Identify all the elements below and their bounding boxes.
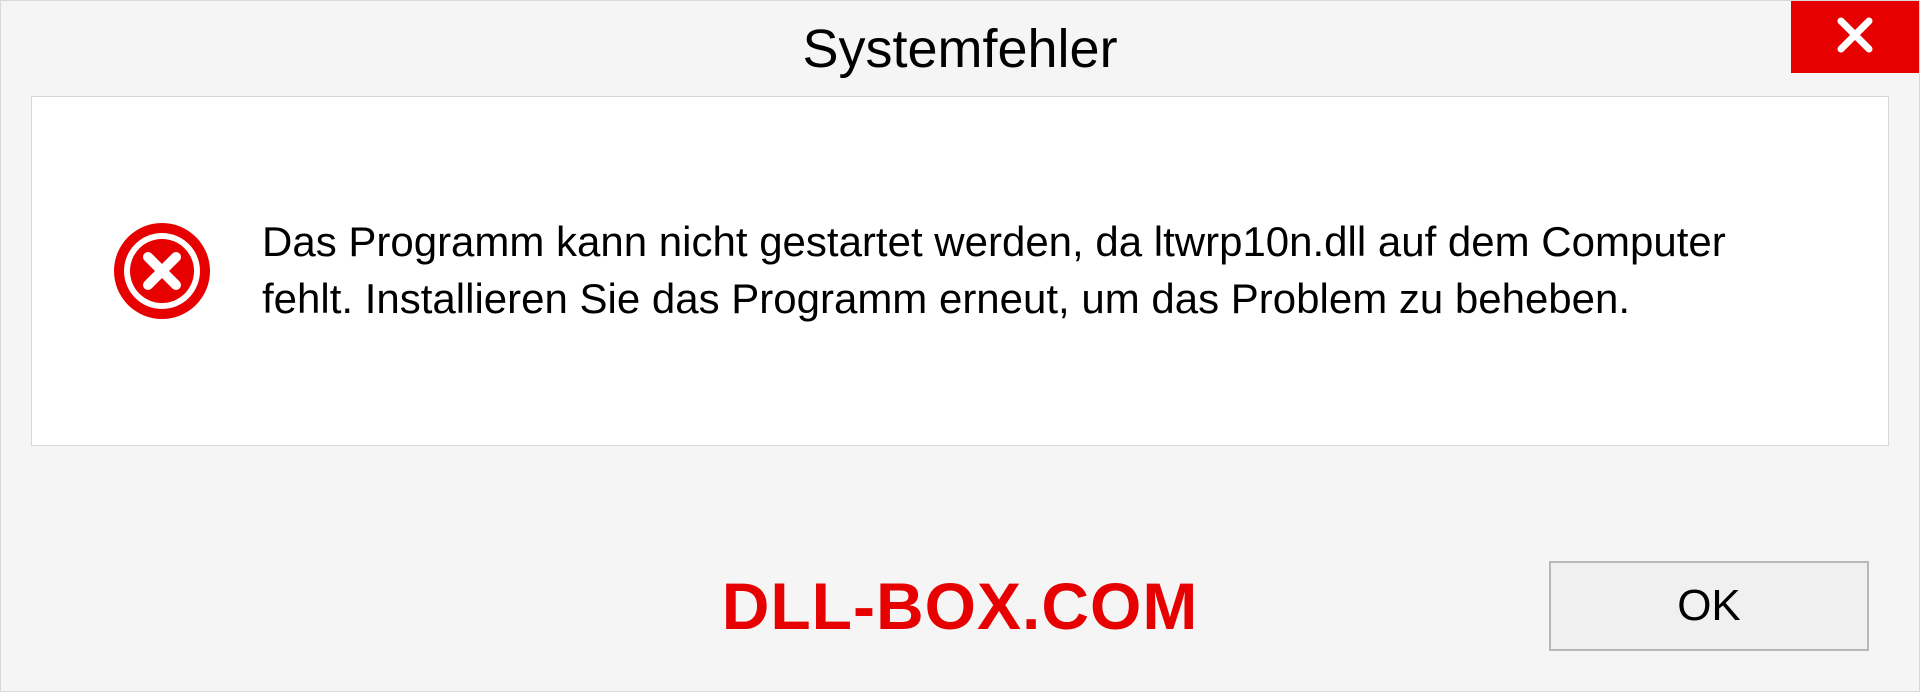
error-dialog: Systemfehler Das Programm kann nicht ges… [0,0,1920,692]
dialog-footer: DLL-BOX.COM OK [1,521,1919,691]
close-icon [1835,15,1875,60]
error-icon [112,221,212,321]
content-panel: Das Programm kann nicht gestartet werden… [31,96,1889,446]
close-button[interactable] [1791,1,1919,73]
dialog-title: Systemfehler [802,18,1117,80]
titlebar: Systemfehler [1,1,1919,96]
ok-button[interactable]: OK [1549,561,1869,651]
watermark-text: DLL-BOX.COM [722,568,1199,644]
error-message: Das Programm kann nicht gestartet werden… [262,214,1828,327]
